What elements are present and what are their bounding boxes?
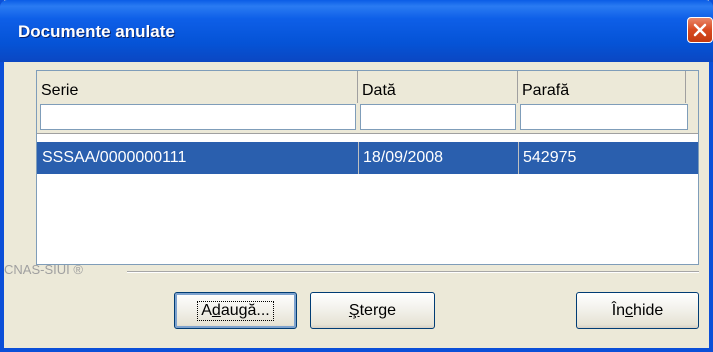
column-label: Parafă xyxy=(522,82,570,99)
delete-button-label: Şterge xyxy=(346,302,399,320)
delete-button[interactable]: Şterge xyxy=(310,292,435,329)
close-button-label: Închide xyxy=(609,302,667,320)
filter-data-input[interactable] xyxy=(360,104,516,130)
footer-divider xyxy=(127,271,699,273)
label-part: terge xyxy=(359,301,397,319)
column-label: Dată xyxy=(362,82,396,99)
filter-parafa-input[interactable] xyxy=(520,104,688,130)
window-title: Documente anulate xyxy=(18,22,175,41)
mnemonic: d xyxy=(211,301,221,319)
title-bar[interactable]: Documente anulate xyxy=(0,0,713,62)
mnemonic: c xyxy=(625,301,634,319)
add-button-label: Adaugă... xyxy=(197,300,274,321)
column-label: Serie xyxy=(41,82,79,99)
cell-divider xyxy=(518,142,519,174)
close-button[interactable] xyxy=(687,17,713,43)
close-dialog-button[interactable]: Închide xyxy=(576,292,699,329)
filter-serie-input[interactable] xyxy=(40,104,356,130)
cell-divider xyxy=(358,142,359,174)
add-button[interactable]: Adaugă... xyxy=(174,292,297,329)
close-icon xyxy=(693,23,707,37)
label-part: În xyxy=(611,301,626,319)
column-header-serie[interactable]: Serie xyxy=(37,71,358,103)
cell-serie: SSSAA/0000000111 xyxy=(42,149,187,166)
dialog-window: Documente anulate Serie Dată Parafă SSSA… xyxy=(0,0,713,352)
mnemonic: Ş xyxy=(348,301,360,319)
column-header-parafa[interactable]: Parafă xyxy=(518,71,686,103)
cell-parafa: 542975 xyxy=(523,149,577,166)
dialog-body: Serie Dată Parafă SSSAA/0000000111 18/09… xyxy=(4,62,709,348)
label-part: A xyxy=(201,301,212,319)
label-part: hide xyxy=(633,301,664,319)
table-row[interactable]: SSSAA/0000000111 18/09/2008 542975 xyxy=(37,142,698,174)
documents-grid: Serie Dată Parafă SSSAA/0000000111 18/09… xyxy=(36,70,699,265)
grid-header: Serie Dată Parafă xyxy=(37,71,698,134)
label-part: augă... xyxy=(220,301,270,319)
column-header-data[interactable]: Dată xyxy=(358,71,518,103)
footer-brand: CNAS-SIUI ® xyxy=(4,262,83,277)
cell-data: 18/09/2008 xyxy=(363,149,444,166)
